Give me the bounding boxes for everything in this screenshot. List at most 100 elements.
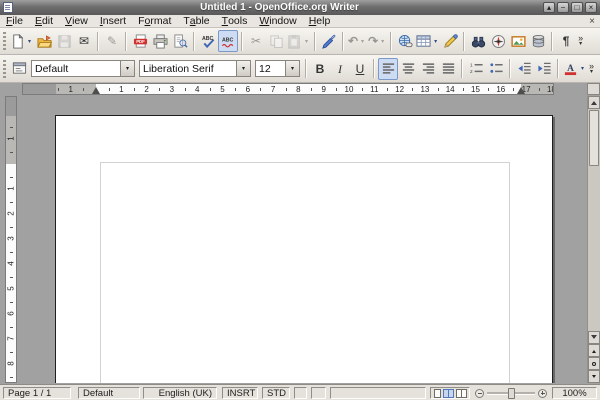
font-size-combobox[interactable]: 12▾ xyxy=(255,60,300,77)
underline-button[interactable]: U xyxy=(350,58,370,80)
zoom-in-button[interactable] xyxy=(538,389,547,398)
redo-dropdown-arrow-icon[interactable]: ▾ xyxy=(379,38,386,45)
menu-view[interactable]: View xyxy=(59,15,94,27)
numbering-button[interactable]: 12 xyxy=(466,58,486,80)
toolbar-separator xyxy=(551,32,553,51)
align-right-button[interactable] xyxy=(418,58,438,80)
close-button[interactable]: × xyxy=(585,2,597,13)
zoom-slider-thumb[interactable] xyxy=(508,388,515,399)
menu-format[interactable]: Format xyxy=(132,15,177,27)
nonprinting-characters-button[interactable]: ¶ xyxy=(556,30,576,52)
increase-indent-button[interactable] xyxy=(534,58,554,80)
scroll-down-button[interactable] xyxy=(588,331,600,344)
show-draw-functions-button[interactable] xyxy=(440,30,460,52)
italic-button[interactable]: I xyxy=(330,58,350,80)
print-button[interactable] xyxy=(150,30,170,52)
paragraph-style-combobox[interactable]: Default▾ xyxy=(31,60,135,77)
font-name-combobox[interactable]: Liberation Serif▾ xyxy=(139,60,251,77)
decrease-indent-button[interactable] xyxy=(514,58,534,80)
spellcheck-button[interactable]: ABC xyxy=(198,30,218,52)
new-document-button[interactable]: ▾ xyxy=(9,30,34,52)
toolbar-overflow-button[interactable]: »▾ xyxy=(578,35,583,47)
vertical-scrollbar[interactable] xyxy=(587,96,600,383)
font-name-dropdown-button[interactable]: ▾ xyxy=(236,61,250,76)
undo-dropdown-arrow-icon[interactable]: ▾ xyxy=(359,38,366,45)
minimize-button[interactable]: − xyxy=(557,2,569,13)
book-view-icon[interactable] xyxy=(456,389,467,398)
bold-button[interactable]: B xyxy=(310,58,330,80)
menu-bar: FileEditViewInsertFormatTableToolsWindow… xyxy=(0,15,600,28)
paragraph-style-value[interactable]: Default xyxy=(32,63,120,75)
menu-help[interactable]: Help xyxy=(303,15,337,27)
digital-signature-indicator[interactable] xyxy=(311,387,326,399)
menu-table[interactable]: Table xyxy=(177,15,215,27)
scrollbar-thumb[interactable] xyxy=(589,110,599,166)
gallery-button[interactable] xyxy=(508,30,528,52)
font-name-value[interactable]: Liberation Serif xyxy=(140,63,236,75)
single-page-view-icon[interactable] xyxy=(434,389,441,398)
font-size-value[interactable]: 12 xyxy=(256,63,285,75)
table-dropdown-arrow-icon[interactable]: ▾ xyxy=(432,38,439,45)
paste-button[interactable]: ▾ xyxy=(286,30,311,52)
navigator-button[interactable] xyxy=(488,30,508,52)
left-indent-marker[interactable] xyxy=(92,87,100,94)
document-as-email-button[interactable]: ✉ xyxy=(74,30,94,52)
new-document-dropdown-arrow-icon[interactable]: ▾ xyxy=(26,38,33,45)
zoom-out-button[interactable] xyxy=(475,389,484,398)
paragraph-style-dropdown-button[interactable]: ▾ xyxy=(120,61,134,76)
maximize-button[interactable]: □ xyxy=(571,2,583,13)
menu-edit[interactable]: Edit xyxy=(29,15,59,27)
font-size-dropdown-button[interactable]: ▾ xyxy=(285,61,299,76)
next-page-button[interactable] xyxy=(588,370,600,383)
styles-and-formatting-button[interactable] xyxy=(9,58,29,80)
document-page[interactable] xyxy=(55,115,553,383)
shade-button[interactable]: ▴ xyxy=(543,2,555,13)
save-button[interactable] xyxy=(54,30,74,52)
paste-dropdown-arrow-icon[interactable]: ▾ xyxy=(303,38,310,45)
toolbar-overflow-button[interactable]: »▾ xyxy=(589,63,594,75)
navigation-button[interactable] xyxy=(588,357,600,370)
export-pdf-button[interactable]: PDF xyxy=(130,30,150,52)
menu-file[interactable]: File xyxy=(0,15,29,27)
undo-button[interactable]: ↶▾ xyxy=(347,30,367,52)
menu-tools[interactable]: Tools xyxy=(216,15,254,27)
insert-mode-indicator[interactable]: INSRT xyxy=(222,387,258,399)
open-button[interactable] xyxy=(34,30,54,52)
find-replace-button[interactable] xyxy=(468,30,488,52)
align-center-button[interactable] xyxy=(398,58,418,80)
page-style-indicator[interactable]: Default xyxy=(78,387,140,399)
edit-file-button[interactable]: ✎ xyxy=(102,30,122,52)
document-modified-indicator[interactable] xyxy=(294,387,307,399)
hyperlink-button[interactable] xyxy=(395,30,415,52)
right-indent-marker[interactable] xyxy=(517,87,525,94)
selection-mode-indicator[interactable]: STD xyxy=(262,387,290,399)
scrollbar-corner-button[interactable] xyxy=(587,83,600,95)
font-color-dropdown-arrow-icon[interactable]: ▾ xyxy=(579,65,586,72)
cut-button[interactable]: ✂ xyxy=(246,30,266,52)
scroll-up-button[interactable] xyxy=(588,96,600,109)
page-preview-button[interactable] xyxy=(170,30,190,52)
title-bar[interactable]: Untitled 1 - OpenOffice.org Writer ▴−□× xyxy=(0,0,600,15)
toolbar-grip[interactable] xyxy=(3,60,6,78)
copy-button[interactable] xyxy=(266,30,286,52)
close-document-icon[interactable]: × xyxy=(589,16,600,27)
language-indicator[interactable]: English (UK) xyxy=(143,387,217,399)
multi-page-view-icon[interactable] xyxy=(443,389,454,398)
previous-page-button[interactable] xyxy=(588,344,600,357)
justify-button[interactable] xyxy=(438,58,458,80)
font-color-button[interactable]: A▾ xyxy=(562,58,587,80)
format-paintbrush-button[interactable] xyxy=(319,30,339,52)
data-sources-button[interactable] xyxy=(528,30,548,52)
auto-spellcheck-button[interactable]: ABC xyxy=(218,30,238,52)
table-button[interactable]: ▾ xyxy=(415,30,440,52)
menu-window[interactable]: Window xyxy=(253,15,302,27)
bullets-button[interactable] xyxy=(486,58,506,80)
zoom-level-indicator[interactable]: 100% xyxy=(552,387,597,399)
vertical-ruler[interactable]: 1123456789 xyxy=(5,96,17,383)
toolbar-grip[interactable] xyxy=(3,32,6,50)
align-left-button[interactable] xyxy=(378,58,398,80)
horizontal-ruler[interactable]: 1123456789101112131415161718 xyxy=(22,83,554,95)
page-indicator[interactable]: Page 1 / 1 xyxy=(3,387,71,399)
menu-insert[interactable]: Insert xyxy=(94,15,132,27)
redo-button[interactable]: ↷▾ xyxy=(367,30,387,52)
